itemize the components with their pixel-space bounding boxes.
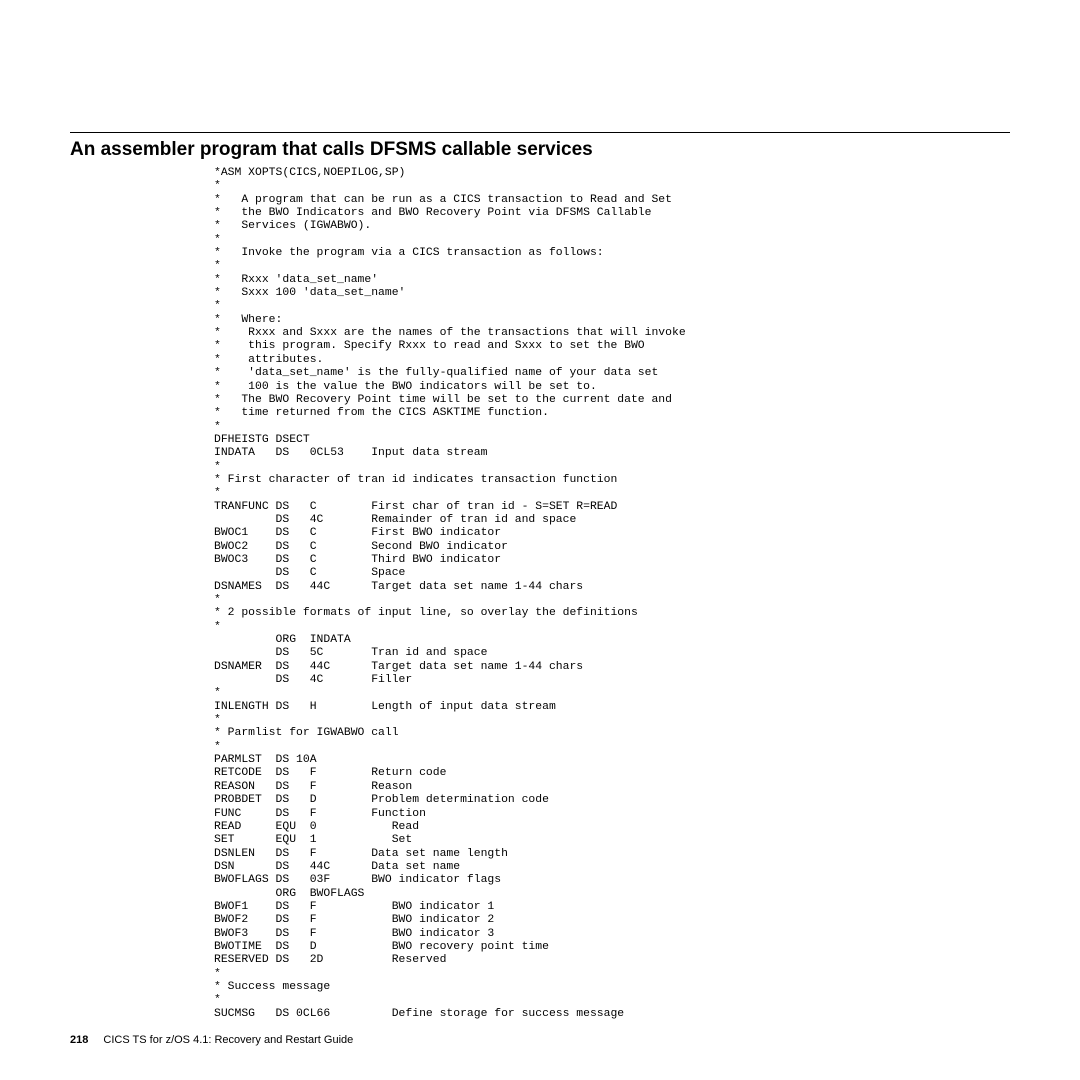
book-title: CICS TS for z/OS 4.1: Recovery and Resta… [103, 1034, 353, 1046]
page-number: 218 [70, 1034, 88, 1046]
section-heading: An assembler program that calls DFSMS ca… [70, 139, 1010, 161]
horizontal-rule [70, 132, 1010, 133]
page-footer: 218 CICS TS for z/OS 4.1: Recovery and R… [70, 1034, 353, 1046]
page: An assembler program that calls DFSMS ca… [0, 0, 1080, 1080]
code-listing: *ASM XOPTS(CICS,NOEPILOG,SP) * * A progr… [214, 167, 1010, 1021]
